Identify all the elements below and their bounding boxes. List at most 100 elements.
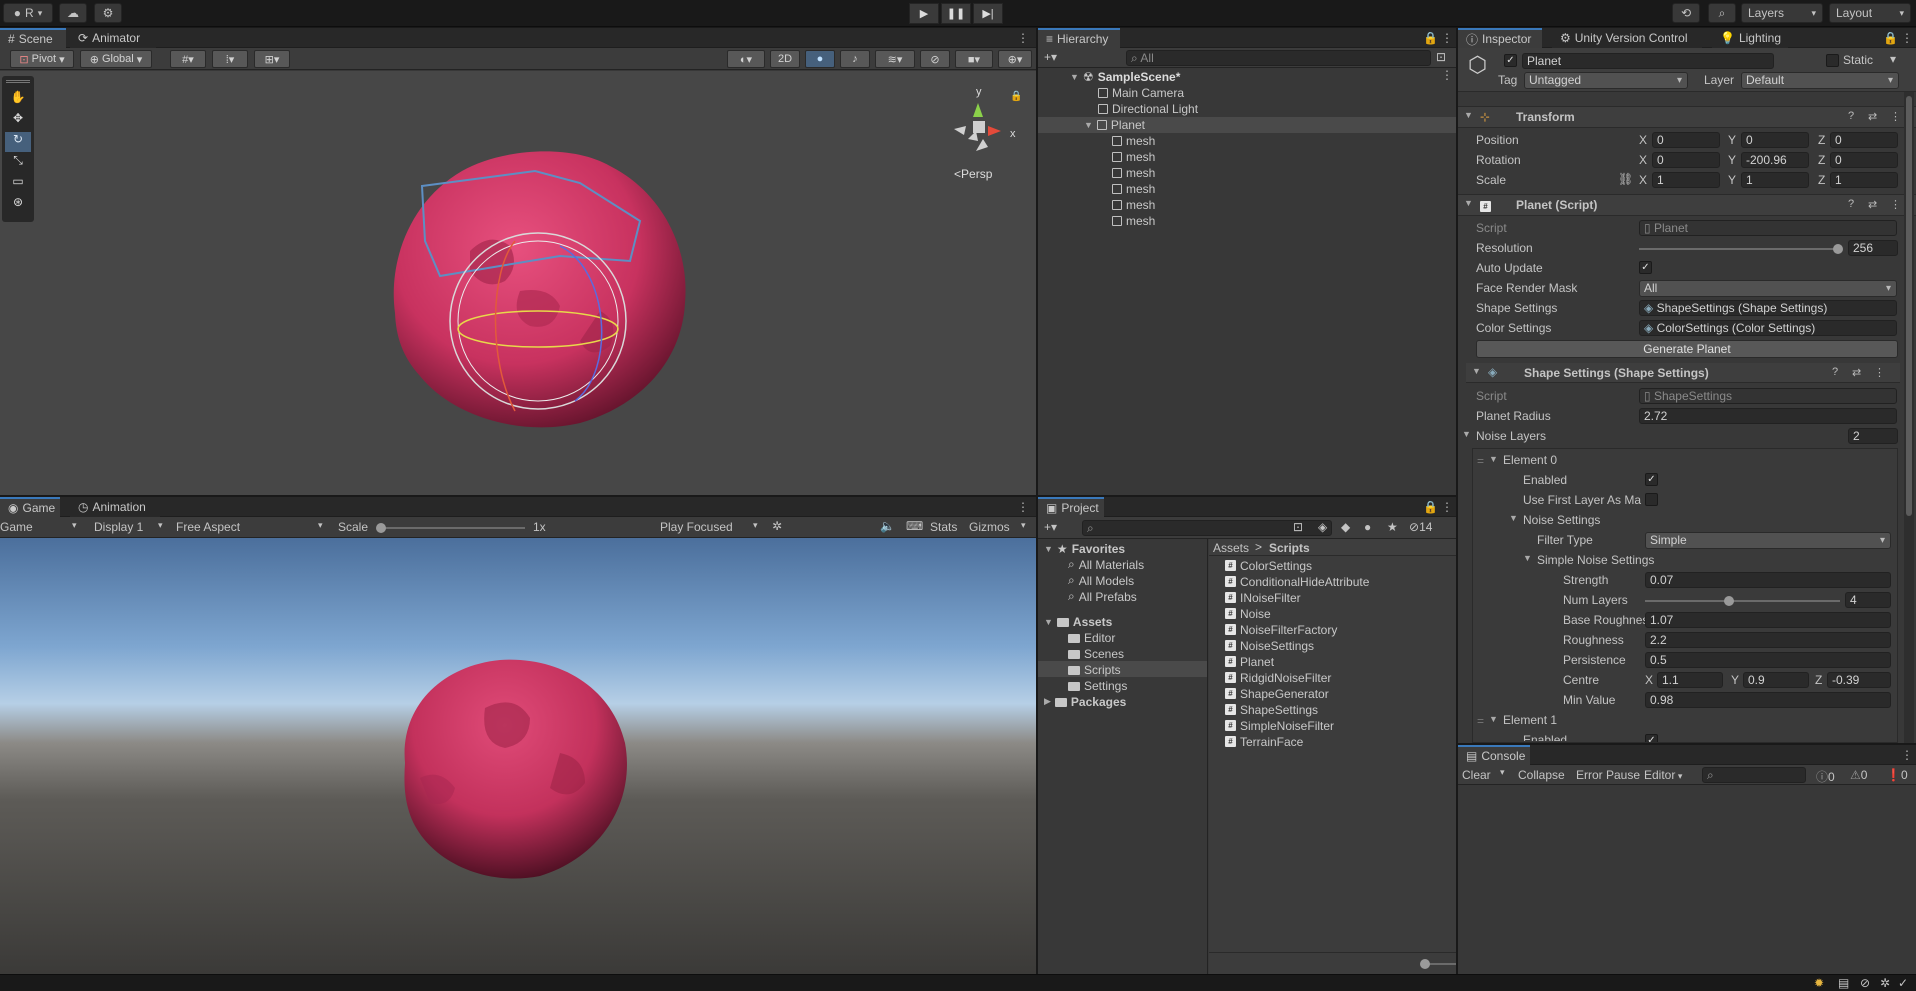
hierarchy-item-mesh[interactable]: mesh	[1112, 166, 1155, 180]
hand-tool-icon[interactable]: ✋	[5, 90, 31, 110]
star-icon[interactable]: ★	[1387, 520, 1398, 534]
clear-button[interactable]: Clear	[1462, 768, 1491, 782]
color-settings-field[interactable]: ◈ ColorSettings (Color Settings)	[1639, 320, 1897, 336]
noise-settings-label[interactable]: Noise Settings	[1523, 513, 1600, 527]
check-icon[interactable]: ✓	[1898, 976, 1908, 990]
editor-dropdown[interactable]: Editor ▾	[1644, 768, 1682, 782]
favorite-item[interactable]: ⌕ All Prefabs	[1068, 589, 1137, 604]
scene-kebab-icon[interactable]: ⋮	[1441, 68, 1453, 82]
scene-viewport[interactable]: ✋ ✥ ↻ ⤡ ▭ ⊛ y x 🔒 <Persp	[0, 71, 1036, 495]
presets-icon[interactable]: ⇄	[1868, 198, 1877, 211]
position-z[interactable]: 0	[1830, 132, 1898, 148]
resolution-thumb[interactable]	[1833, 244, 1843, 254]
presets-icon[interactable]: ⇄	[1852, 366, 1861, 379]
enabled-checkbox[interactable]: ✓	[1645, 473, 1658, 486]
roughness-field[interactable]: 2.2	[1645, 632, 1891, 648]
collab-button[interactable]: ⚙	[94, 3, 122, 23]
effects-dropdown[interactable]: ≋▾	[875, 50, 915, 68]
file-item[interactable]: # TerrainFace	[1225, 735, 1303, 749]
folder-item[interactable]: Scripts	[1068, 663, 1121, 677]
log-filter-icon[interactable]: ●	[1364, 520, 1371, 534]
orientation-gizmo[interactable]: y x 🔒	[946, 81, 1026, 161]
game-viewport[interactable]	[0, 538, 1036, 974]
layout-dropdown[interactable]: Layout ▾	[1829, 3, 1911, 23]
audio-icon[interactable]: 🔈	[880, 519, 895, 533]
warning-toggle[interactable]: ⚠0	[1850, 768, 1867, 782]
rotation-y[interactable]: -200.96	[1741, 152, 1809, 168]
tab-project[interactable]: ▣ Project	[1038, 497, 1104, 517]
grid-snap-button[interactable]: #▾	[170, 50, 206, 68]
bug-icon[interactable]: ✲	[772, 519, 782, 533]
tab-game[interactable]: ◉ Game	[0, 497, 60, 517]
pivot-dropdown[interactable]: ⊡ Pivot ▾	[10, 50, 74, 68]
rotation-x[interactable]: 0	[1652, 152, 1720, 168]
console-search[interactable]: ⌕	[1702, 767, 1806, 783]
folder-item[interactable]: Scenes	[1068, 647, 1124, 661]
collapse-button[interactable]: Collapse	[1518, 768, 1565, 782]
tab-scene[interactable]: # Scene	[0, 28, 66, 48]
tab-hierarchy[interactable]: ≡ Hierarchy	[1038, 28, 1120, 48]
tab-animation[interactable]: ◷ Animation	[70, 497, 160, 517]
bug-icon[interactable]: ✲	[1880, 976, 1890, 990]
favorites-item[interactable]: ▼ ★ Favorites	[1044, 542, 1125, 556]
breadcrumb-scripts[interactable]: Scripts	[1269, 541, 1310, 555]
strength-field[interactable]: 0.07	[1645, 572, 1891, 588]
add-button[interactable]: +▾	[1044, 50, 1057, 64]
file-item[interactable]: # NoiseFilterFactory	[1225, 623, 1337, 637]
inspector-scrollbar[interactable]	[1904, 92, 1914, 743]
element-1-label[interactable]: Element 1	[1503, 713, 1557, 727]
account-button[interactable]: ● R ▾	[3, 3, 53, 23]
file-item[interactable]: # ColorSettings	[1225, 559, 1312, 573]
favorite-item[interactable]: ⌕ All Models	[1068, 573, 1134, 588]
increment-snap-button[interactable]: ⊞▾	[254, 50, 290, 68]
clear-options-dropdown[interactable]: ▾	[1500, 767, 1505, 778]
active-checkbox[interactable]: ✓	[1504, 54, 1517, 67]
gizmos-dropdown[interactable]: Gizmos ▾	[969, 520, 1031, 534]
component-menu-icon[interactable]: ⋮	[1874, 366, 1885, 379]
error-toggle[interactable]: ❗0	[1886, 768, 1908, 782]
tab-console[interactable]: ▤ Console	[1458, 745, 1530, 765]
scale-y[interactable]: 1	[1741, 172, 1809, 188]
display-dropdown[interactable]: Display 1 ▾	[94, 520, 166, 534]
simple-noise-settings-label[interactable]: Simple Noise Settings	[1537, 553, 1654, 567]
kebab-menu-icon[interactable]: ⋮	[1441, 500, 1453, 514]
breadcrumb-assets[interactable]: Assets	[1213, 541, 1249, 555]
generate-planet-button[interactable]: Generate Planet	[1476, 340, 1898, 358]
icon-size-slider[interactable]	[1420, 959, 1456, 969]
transform-tool-icon[interactable]: ⊛	[5, 195, 31, 215]
scrollbar-thumb[interactable]	[1906, 96, 1912, 516]
num-layers-slider[interactable]	[1645, 596, 1840, 606]
gizmos-dropdown[interactable]: ⊕▾	[998, 50, 1032, 68]
tab-version-control[interactable]: ⚙ Unity Version Control	[1552, 28, 1702, 48]
search-type-icon[interactable]: ⊡	[1293, 520, 1303, 534]
rotation-z[interactable]: 0	[1830, 152, 1898, 168]
play-mode-dropdown[interactable]: Play Focused ▾	[660, 520, 764, 534]
hierarchy-item-mesh[interactable]: mesh	[1112, 182, 1155, 196]
aspect-dropdown[interactable]: Free Aspect ▾	[176, 520, 328, 534]
scale-slider[interactable]	[376, 523, 525, 533]
search-button[interactable]: ⌕	[1708, 3, 1736, 23]
kebab-menu-icon[interactable]: ⋮	[1017, 500, 1029, 514]
history-button[interactable]: ⟲	[1672, 3, 1700, 23]
noise-layers-count[interactable]: 2	[1848, 428, 1898, 444]
centre-x[interactable]: 1.1	[1657, 672, 1723, 688]
component-menu-icon[interactable]: ⋮	[1890, 110, 1901, 123]
position-y[interactable]: 0	[1741, 132, 1809, 148]
filter-type-icon[interactable]: ◈	[1318, 520, 1327, 534]
resolution-value[interactable]: 256	[1848, 240, 1898, 256]
use-first-layer-checkbox[interactable]	[1645, 493, 1658, 506]
kebab-menu-icon[interactable]: ⋮	[1017, 31, 1029, 45]
file-item[interactable]: # ShapeSettings	[1225, 703, 1318, 717]
drag-handle-icon[interactable]: =	[1477, 454, 1484, 468]
label-filter-icon[interactable]: ◆	[1341, 520, 1350, 534]
draw-mode-dropdown[interactable]: ◐▾	[727, 50, 765, 68]
static-checkbox[interactable]	[1826, 54, 1839, 67]
hierarchy-item-mesh[interactable]: mesh	[1112, 134, 1155, 148]
file-item[interactable]: # ConditionalHideAttribute	[1225, 575, 1369, 589]
icon-size-thumb[interactable]	[1420, 959, 1430, 969]
keyboard-icon[interactable]: ⌨	[906, 519, 923, 533]
tag-dropdown[interactable]: Untagged	[1524, 72, 1688, 89]
drag-handle[interactable]	[6, 80, 30, 83]
presets-icon[interactable]: ⇄	[1868, 110, 1877, 123]
resolution-slider[interactable]	[1639, 244, 1843, 254]
